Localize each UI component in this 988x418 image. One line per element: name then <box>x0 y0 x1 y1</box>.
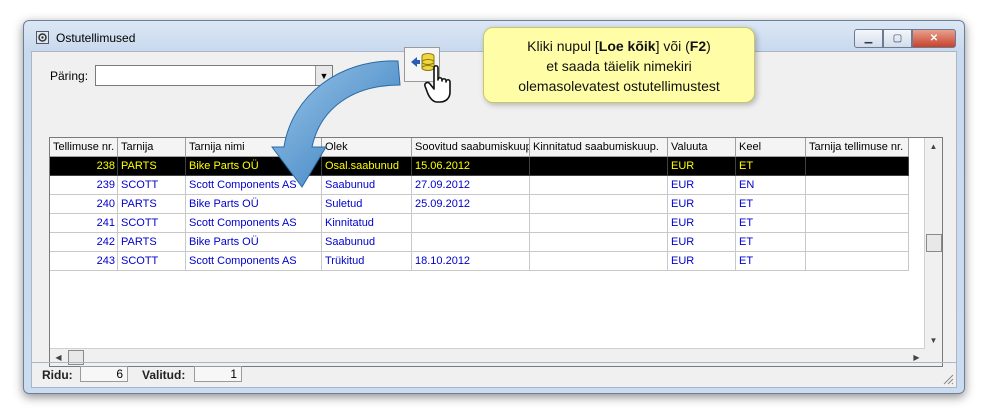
cell-status[interactable]: Kinnitatud <box>322 214 412 233</box>
column-header-language[interactable]: Keel <box>736 138 806 156</box>
selected-count-label: Valitud: <box>142 368 186 382</box>
table-row[interactable]: 240 PARTS Bike Parts OÜ Suletud 25.09.2012 EU… <box>50 195 909 214</box>
cell-currency[interactable]: EUR <box>668 176 736 195</box>
cell-language[interactable]: EN <box>736 176 806 195</box>
cell-order-number[interactable]: 241 <box>50 214 118 233</box>
table-row[interactable]: 243 SCOTT Scott Components AS Trükitud 18.10… <box>50 252 909 271</box>
cell-supplier[interactable]: PARTS <box>118 195 186 214</box>
cell-requested-date[interactable]: 18.10.2012 <box>412 252 530 271</box>
column-header-requested-date[interactable]: Soovitud saabumiskuup. <box>412 138 530 156</box>
cell-confirmed-date[interactable] <box>530 214 668 233</box>
curved-arrow-icon <box>271 60 401 188</box>
cell-currency[interactable]: EUR <box>668 195 736 214</box>
callout-button-name: Loe kõik <box>598 38 656 54</box>
close-button[interactable]: ✕ <box>912 29 956 48</box>
callout-hotkey: F2 <box>689 38 707 54</box>
cell-requested-date[interactable]: 15.06.2012 <box>412 157 530 176</box>
cell-requested-date[interactable] <box>412 233 530 252</box>
rows-count-label: Ridu: <box>42 368 73 382</box>
cell-supplier[interactable]: PARTS <box>118 157 186 176</box>
cell-supplier[interactable]: PARTS <box>118 233 186 252</box>
window-controls: ▁ ▢ ✕ <box>854 29 956 48</box>
app-icon <box>36 31 49 44</box>
cell-supplier-order-number[interactable] <box>806 195 909 214</box>
cell-supplier-order-number[interactable] <box>806 233 909 252</box>
vertical-scrollbar[interactable]: ▲ ▼ <box>924 138 942 366</box>
pointer-hand-icon <box>424 64 451 103</box>
cell-requested-date[interactable]: 25.09.2012 <box>412 195 530 214</box>
cell-order-number[interactable]: 239 <box>50 176 118 195</box>
cell-order-number[interactable]: 242 <box>50 233 118 252</box>
cell-confirmed-date[interactable] <box>530 176 668 195</box>
cell-supplier-order-number[interactable] <box>806 157 909 176</box>
query-label: Päring: <box>50 69 89 83</box>
cell-requested-date[interactable]: 27.09.2012 <box>412 176 530 195</box>
status-bar: Ridu: 6 Valitud: 1 <box>32 362 956 387</box>
cell-supplier[interactable]: SCOTT <box>118 214 186 233</box>
table-row[interactable]: 241 SCOTT Scott Components AS Kinnitatud EUR… <box>50 214 909 233</box>
rows-count-value: 6 <box>80 366 128 382</box>
cell-status[interactable]: Saabunud <box>322 233 412 252</box>
cell-order-number[interactable]: 240 <box>50 195 118 214</box>
cell-language[interactable]: ET <box>736 233 806 252</box>
vertical-scroll-thumb[interactable] <box>926 234 942 252</box>
cell-supplier-order-number[interactable] <box>806 214 909 233</box>
cell-status[interactable]: Trükitud <box>322 252 412 271</box>
cell-requested-date[interactable] <box>412 214 530 233</box>
cell-supplier-name[interactable]: Bike Parts OÜ <box>186 233 322 252</box>
callout-line-3: olemasolevatest ostutellimustest <box>518 78 720 94</box>
cell-supplier-name[interactable]: Scott Components AS <box>186 252 322 271</box>
column-header-currency[interactable]: Valuuta <box>668 138 736 156</box>
cell-language[interactable]: ET <box>736 157 806 176</box>
scroll-up-icon[interactable]: ▲ <box>925 138 942 155</box>
cell-language[interactable]: ET <box>736 214 806 233</box>
cell-currency[interactable]: EUR <box>668 252 736 271</box>
column-header-order-number[interactable]: Tellimuse nr. <box>50 138 118 156</box>
cell-confirmed-date[interactable] <box>530 157 668 176</box>
cell-language[interactable]: ET <box>736 195 806 214</box>
column-header-supplier-order-number[interactable]: Tarnija tellimuse nr. <box>806 138 909 156</box>
cell-currency[interactable]: EUR <box>668 233 736 252</box>
callout-line-2: et saada täielik nimekiri <box>546 58 692 74</box>
callout-line-1: Kliki nupul [Loe kõik] või (F2) <box>527 38 711 54</box>
table-row[interactable]: 238 PARTS Bike Parts OÜ Osal.saabunud 15.06.… <box>50 157 909 176</box>
cell-order-number[interactable]: 238 <box>50 157 118 176</box>
scroll-down-icon[interactable]: ▼ <box>925 332 942 349</box>
table-header: Tellimuse nr. Tarnija Tarnija nimi Olek Soov… <box>50 138 909 157</box>
cell-status[interactable]: Suletud <box>322 195 412 214</box>
cell-order-number[interactable]: 243 <box>50 252 118 271</box>
cell-supplier-order-number[interactable] <box>806 252 909 271</box>
column-header-confirmed-date[interactable]: Kinnitatud saabumiskuup. <box>530 138 668 156</box>
table-row[interactable]: 242 PARTS Bike Parts OÜ Saabunud EUR ET <box>50 233 909 252</box>
window-title: Ostutellimused <box>56 31 136 45</box>
maximize-button[interactable]: ▢ <box>883 29 912 48</box>
column-header-supplier[interactable]: Tarnija <box>118 138 186 156</box>
minimize-button[interactable]: ▁ <box>854 29 883 48</box>
cell-currency[interactable]: EUR <box>668 157 736 176</box>
close-icon: ✕ <box>929 33 939 44</box>
table-row[interactable]: 239 SCOTT Scott Components AS Saabunud 27.09… <box>50 176 909 195</box>
cell-supplier-name[interactable]: Scott Components AS <box>186 214 322 233</box>
cell-supplier[interactable]: SCOTT <box>118 252 186 271</box>
help-callout: Kliki nupul [Loe kõik] või (F2) et saada… <box>483 27 755 103</box>
cell-supplier-order-number[interactable] <box>806 176 909 195</box>
cell-supplier[interactable]: SCOTT <box>118 176 186 195</box>
cell-confirmed-date[interactable] <box>530 252 668 271</box>
minimize-icon: ▁ <box>864 33 873 44</box>
cell-supplier-name[interactable]: Bike Parts OÜ <box>186 195 322 214</box>
cell-currency[interactable]: EUR <box>668 214 736 233</box>
orders-table: Tellimuse nr. Tarnija Tarnija nimi Olek Soov… <box>49 137 943 367</box>
maximize-icon: ▢ <box>892 33 903 44</box>
selected-count-value: 1 <box>194 366 242 382</box>
cell-language[interactable]: ET <box>736 252 806 271</box>
cell-confirmed-date[interactable] <box>530 233 668 252</box>
resize-grip-icon[interactable] <box>942 373 954 385</box>
cell-confirmed-date[interactable] <box>530 195 668 214</box>
